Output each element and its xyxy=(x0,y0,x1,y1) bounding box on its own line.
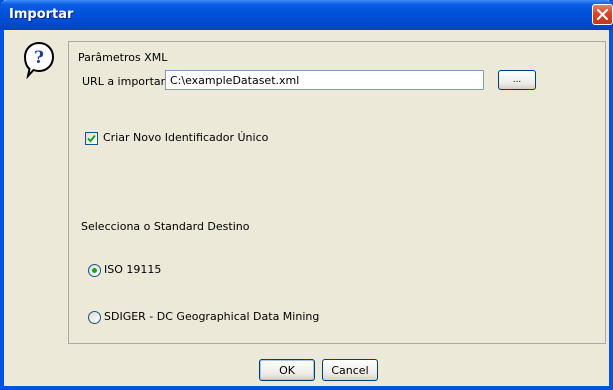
check-icon xyxy=(87,134,96,143)
url-input[interactable] xyxy=(165,70,484,90)
cancel-button[interactable]: Cancel xyxy=(322,359,378,381)
close-icon xyxy=(597,9,608,20)
standard-label: Selecciona o Standard Destino xyxy=(81,220,250,233)
radio-iso-19115-label: ISO 19115 xyxy=(104,263,162,276)
radio-sdiger-label: SDIGER - DC Geographical Data Mining xyxy=(104,310,320,323)
question-icon: ? xyxy=(23,41,55,79)
panel-title: Parâmetros XML xyxy=(78,51,168,64)
radio-selected-dot xyxy=(92,268,97,273)
svg-text:?: ? xyxy=(34,48,44,68)
close-button[interactable] xyxy=(592,4,613,25)
xml-parameters-panel: Parâmetros XML URL a importar ... Criar … xyxy=(68,41,606,344)
radio-sdiger[interactable] xyxy=(88,311,101,324)
import-dialog: Importar ? Parâmetros XML URL a importar… xyxy=(0,0,613,390)
new-identifier-label: Criar Novo Identificador Único xyxy=(103,131,269,144)
title-bar[interactable]: Importar xyxy=(0,0,613,30)
ok-button[interactable]: OK xyxy=(259,359,315,381)
radio-iso-19115[interactable] xyxy=(88,264,101,277)
browse-button[interactable]: ... xyxy=(498,70,536,90)
url-label: URL a importar xyxy=(82,75,166,88)
window-title: Importar xyxy=(9,7,74,22)
new-identifier-checkbox[interactable] xyxy=(85,132,98,145)
